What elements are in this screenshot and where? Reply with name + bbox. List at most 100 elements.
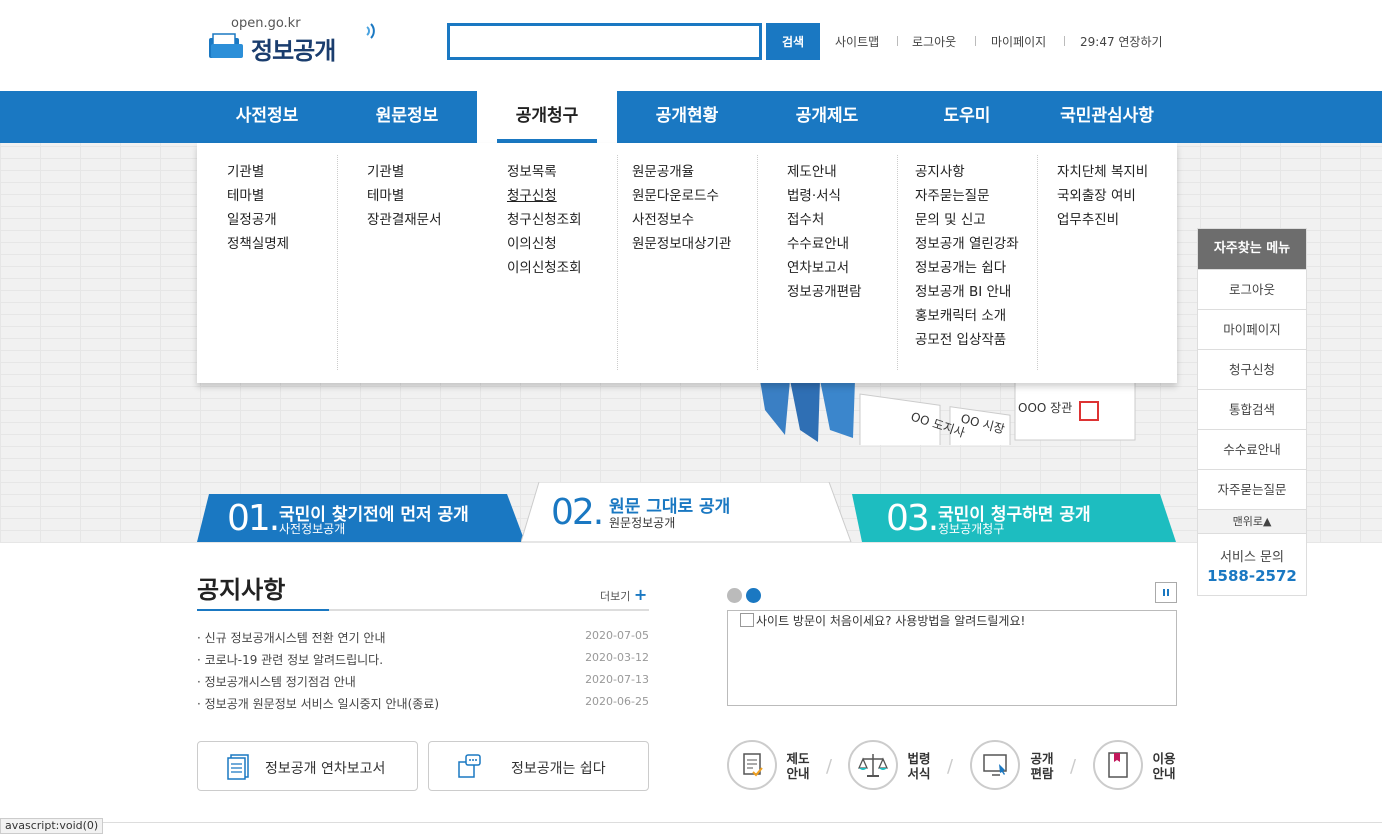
document-check-icon bbox=[743, 753, 763, 777]
menu-item[interactable]: 정보공개는 쉽다 bbox=[915, 256, 1019, 280]
menu-item[interactable]: 공지사항 bbox=[915, 160, 1019, 184]
easy-guide-button[interactable]: 정보공개는 쉽다 bbox=[428, 741, 649, 791]
divider bbox=[337, 155, 338, 370]
label-line: 안내 bbox=[786, 766, 810, 781]
notice-more-link[interactable]: 더보기 + bbox=[600, 585, 647, 604]
menu-item[interactable]: 일정공개 bbox=[227, 208, 289, 232]
plus-icon: + bbox=[633, 585, 648, 604]
hero-tab-2[interactable]: 02. 원문 그대로 공개 원문정보공개 bbox=[521, 482, 853, 542]
menu-item[interactable]: 자치단체 복지비 bbox=[1057, 160, 1148, 184]
menu-item[interactable]: 원문다운로드수 bbox=[632, 184, 731, 208]
usage-guide-button[interactable] bbox=[1093, 740, 1143, 790]
menu-item[interactable]: 자주묻는질문 bbox=[915, 184, 1019, 208]
label-line: 법령 bbox=[907, 751, 931, 766]
nav-item-system[interactable]: 공개제도 bbox=[757, 91, 897, 143]
folder-icon bbox=[209, 33, 243, 58]
notice-date: 2020-07-05 bbox=[585, 629, 649, 642]
menu-item[interactable]: 공모전 입상작품 bbox=[915, 328, 1019, 352]
notice-row[interactable]: · 정보공개시스템 정기점검 안내 2020-07-13 bbox=[197, 673, 649, 695]
pager-dot-active[interactable] bbox=[746, 588, 761, 603]
annual-report-button[interactable]: 정보공개 연차보고서 bbox=[197, 741, 418, 791]
search-input[interactable] bbox=[447, 23, 762, 60]
menu-item[interactable]: 제도안내 bbox=[787, 160, 862, 184]
notice-row[interactable]: · 코로나-19 관련 정보 알려드립니다. 2020-03-12 bbox=[197, 651, 649, 673]
menu-item[interactable]: 정보목록 bbox=[507, 160, 617, 184]
banner-alt-text: 사이트 방문이 처음이세요? 사용방법을 알려드릴게요! bbox=[756, 614, 1026, 628]
pause-icon bbox=[1163, 589, 1169, 596]
nav-item-interest[interactable]: 국민관심사항 bbox=[1037, 91, 1177, 143]
notice-date: 2020-03-12 bbox=[585, 651, 649, 664]
sitemap-link[interactable]: 사이트맵 bbox=[835, 33, 879, 50]
menu-item-request-apply[interactable]: 청구신청 bbox=[507, 184, 617, 208]
menu-item[interactable]: 국외출장 여비 bbox=[1057, 184, 1148, 208]
menu-item[interactable]: 테마별 bbox=[227, 184, 289, 208]
mypage-link[interactable]: 마이페이지 bbox=[991, 33, 1046, 50]
quick-request[interactable]: 청구신청 bbox=[1198, 349, 1306, 389]
to-top-button[interactable]: 맨위로▲ bbox=[1198, 509, 1306, 533]
menu-item[interactable]: 정보공개 열린강좌 bbox=[915, 232, 1019, 256]
menu-item[interactable]: 원문정보대상기관 bbox=[632, 232, 731, 256]
menu-item[interactable]: 사전정보수 bbox=[632, 208, 731, 232]
menu-item[interactable]: 이의신청조회 bbox=[507, 256, 617, 280]
menu-item[interactable]: 기관별 bbox=[227, 160, 289, 184]
menu-item[interactable]: 수수료안내 bbox=[787, 232, 862, 256]
law-forms-button[interactable] bbox=[848, 740, 898, 790]
menu-item[interactable]: 원문공개율 bbox=[632, 160, 731, 184]
menu-item[interactable]: 문의 및 신고 bbox=[915, 208, 1019, 232]
menu-item[interactable]: 정책실명제 bbox=[227, 232, 289, 256]
quick-logout[interactable]: 로그아웃 bbox=[1198, 269, 1306, 309]
nav-item-original-info[interactable]: 원문정보 bbox=[337, 91, 477, 143]
pager-dot[interactable] bbox=[727, 588, 742, 603]
notice-row[interactable]: · 신규 정보공개시스템 전환 연기 안내 2020-07-05 bbox=[197, 629, 649, 651]
menu-item[interactable]: 홍보캐릭터 소개 bbox=[915, 304, 1019, 328]
pause-button[interactable] bbox=[1155, 582, 1177, 603]
divider bbox=[757, 155, 758, 370]
menu-item[interactable]: 기관별 bbox=[367, 160, 442, 184]
banner-slide[interactable]: 사이트 방문이 처음이세요? 사용방법을 알려드릴게요! bbox=[727, 610, 1177, 706]
broken-image-alt: 사이트 방문이 처음이세요? 사용방법을 알려드릴게요! bbox=[740, 612, 1025, 629]
menu-item[interactable]: 테마별 bbox=[367, 184, 442, 208]
menu-item[interactable]: 접수처 bbox=[787, 208, 862, 232]
separator: / bbox=[1070, 756, 1077, 777]
session-extend-link[interactable]: 29:47 연장하기 bbox=[1080, 33, 1163, 50]
label-line: 편람 bbox=[1030, 766, 1054, 781]
menu-item[interactable]: 정보공개 BI 안내 bbox=[915, 280, 1019, 304]
tab-subtitle: 사전정보공개 bbox=[279, 522, 346, 536]
logout-link[interactable]: 로그아웃 bbox=[912, 33, 956, 50]
tab-subtitle: 원문정보공개 bbox=[609, 516, 676, 530]
label-line: 제도 bbox=[786, 751, 810, 766]
system-guide-button[interactable] bbox=[727, 740, 777, 790]
menu-item[interactable]: 이의신청 bbox=[507, 232, 617, 256]
quick-search[interactable]: 통합검색 bbox=[1198, 389, 1306, 429]
hero-tab-3[interactable]: 03. 국민이 청구하면 공개 정보공개청구 bbox=[848, 494, 1177, 542]
nav-item-help[interactable]: 도우미 bbox=[897, 91, 1037, 143]
menu-item[interactable]: 연차보고서 bbox=[787, 256, 862, 280]
menu-item[interactable]: 청구신청조회 bbox=[507, 208, 617, 232]
quick-mypage[interactable]: 마이페이지 bbox=[1198, 309, 1306, 349]
divider bbox=[897, 155, 898, 370]
tab-number: 03. bbox=[886, 498, 939, 539]
nav-item-request-label: 공개청구 bbox=[515, 106, 579, 126]
menu-col-pre-info: 기관별 테마별 일정공개 정책실명제 bbox=[227, 160, 289, 390]
divider bbox=[897, 36, 898, 46]
hero-tab-1[interactable]: 01. 국민이 찾기전에 먼저 공개 사전정보공개 bbox=[197, 494, 527, 542]
menu-item[interactable]: 업무추진비 bbox=[1057, 208, 1148, 232]
menu-item[interactable]: 법령·서식 bbox=[787, 184, 862, 208]
menu-item[interactable]: 정보공개편람 bbox=[787, 280, 862, 304]
handbook-button[interactable] bbox=[970, 740, 1020, 790]
site-logo[interactable]: open.go.kr 정보공개 bbox=[205, 14, 375, 66]
notice-row[interactable]: · 정보공개 원문정보 서비스 일시중지 안내(종료) 2020-06-25 bbox=[197, 695, 649, 717]
nav-item-request[interactable]: 공개청구 bbox=[477, 91, 617, 143]
menu-col-request: 정보목록 청구신청 청구신청조회 이의신청 이의신청조회 bbox=[477, 143, 617, 373]
notice-text: 코로나-19 관련 정보 알려드립니다. bbox=[204, 653, 384, 667]
nav-item-pre-info[interactable]: 사전정보 bbox=[197, 91, 337, 143]
book-icon bbox=[1108, 752, 1128, 778]
menu-col-original-info: 기관별 테마별 장관결재문서 bbox=[367, 160, 442, 390]
menu-item[interactable]: 장관결재문서 bbox=[367, 208, 442, 232]
quick-fee[interactable]: 수수료안내 bbox=[1198, 429, 1306, 469]
nav-item-status[interactable]: 공개현황 bbox=[617, 91, 757, 143]
notice-text: 정보공개시스템 정기점검 안내 bbox=[204, 675, 356, 689]
search-button[interactable]: 검색 bbox=[766, 23, 820, 60]
quick-faq[interactable]: 자주묻는질문 bbox=[1198, 469, 1306, 509]
scale-icon bbox=[857, 754, 889, 777]
